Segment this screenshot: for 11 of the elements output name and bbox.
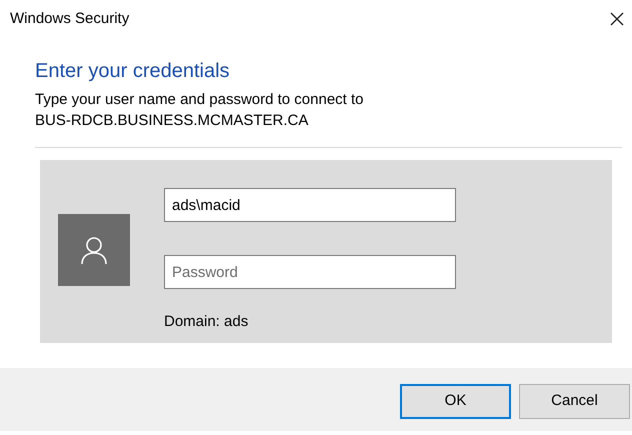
password-field[interactable]: Password [164, 255, 456, 289]
message-text: BUS-RDCB.BUSINESS.MCMASTER.CA [35, 111, 310, 131]
message-text: Type your user name and password to connect to [35, 90, 365, 110]
username-field[interactable]: ads\macid [164, 188, 456, 222]
domain-label: Domain: ads [164, 312, 250, 332]
user-avatar-icon [58, 214, 130, 286]
ok-button[interactable]: OK [400, 384, 511, 419]
cancel-button[interactable]: Cancel [519, 384, 630, 419]
dialog-heading: Enter your credentials [35, 59, 231, 84]
close-icon[interactable] [610, 12, 624, 26]
window-title: Windows Security [10, 8, 130, 29]
